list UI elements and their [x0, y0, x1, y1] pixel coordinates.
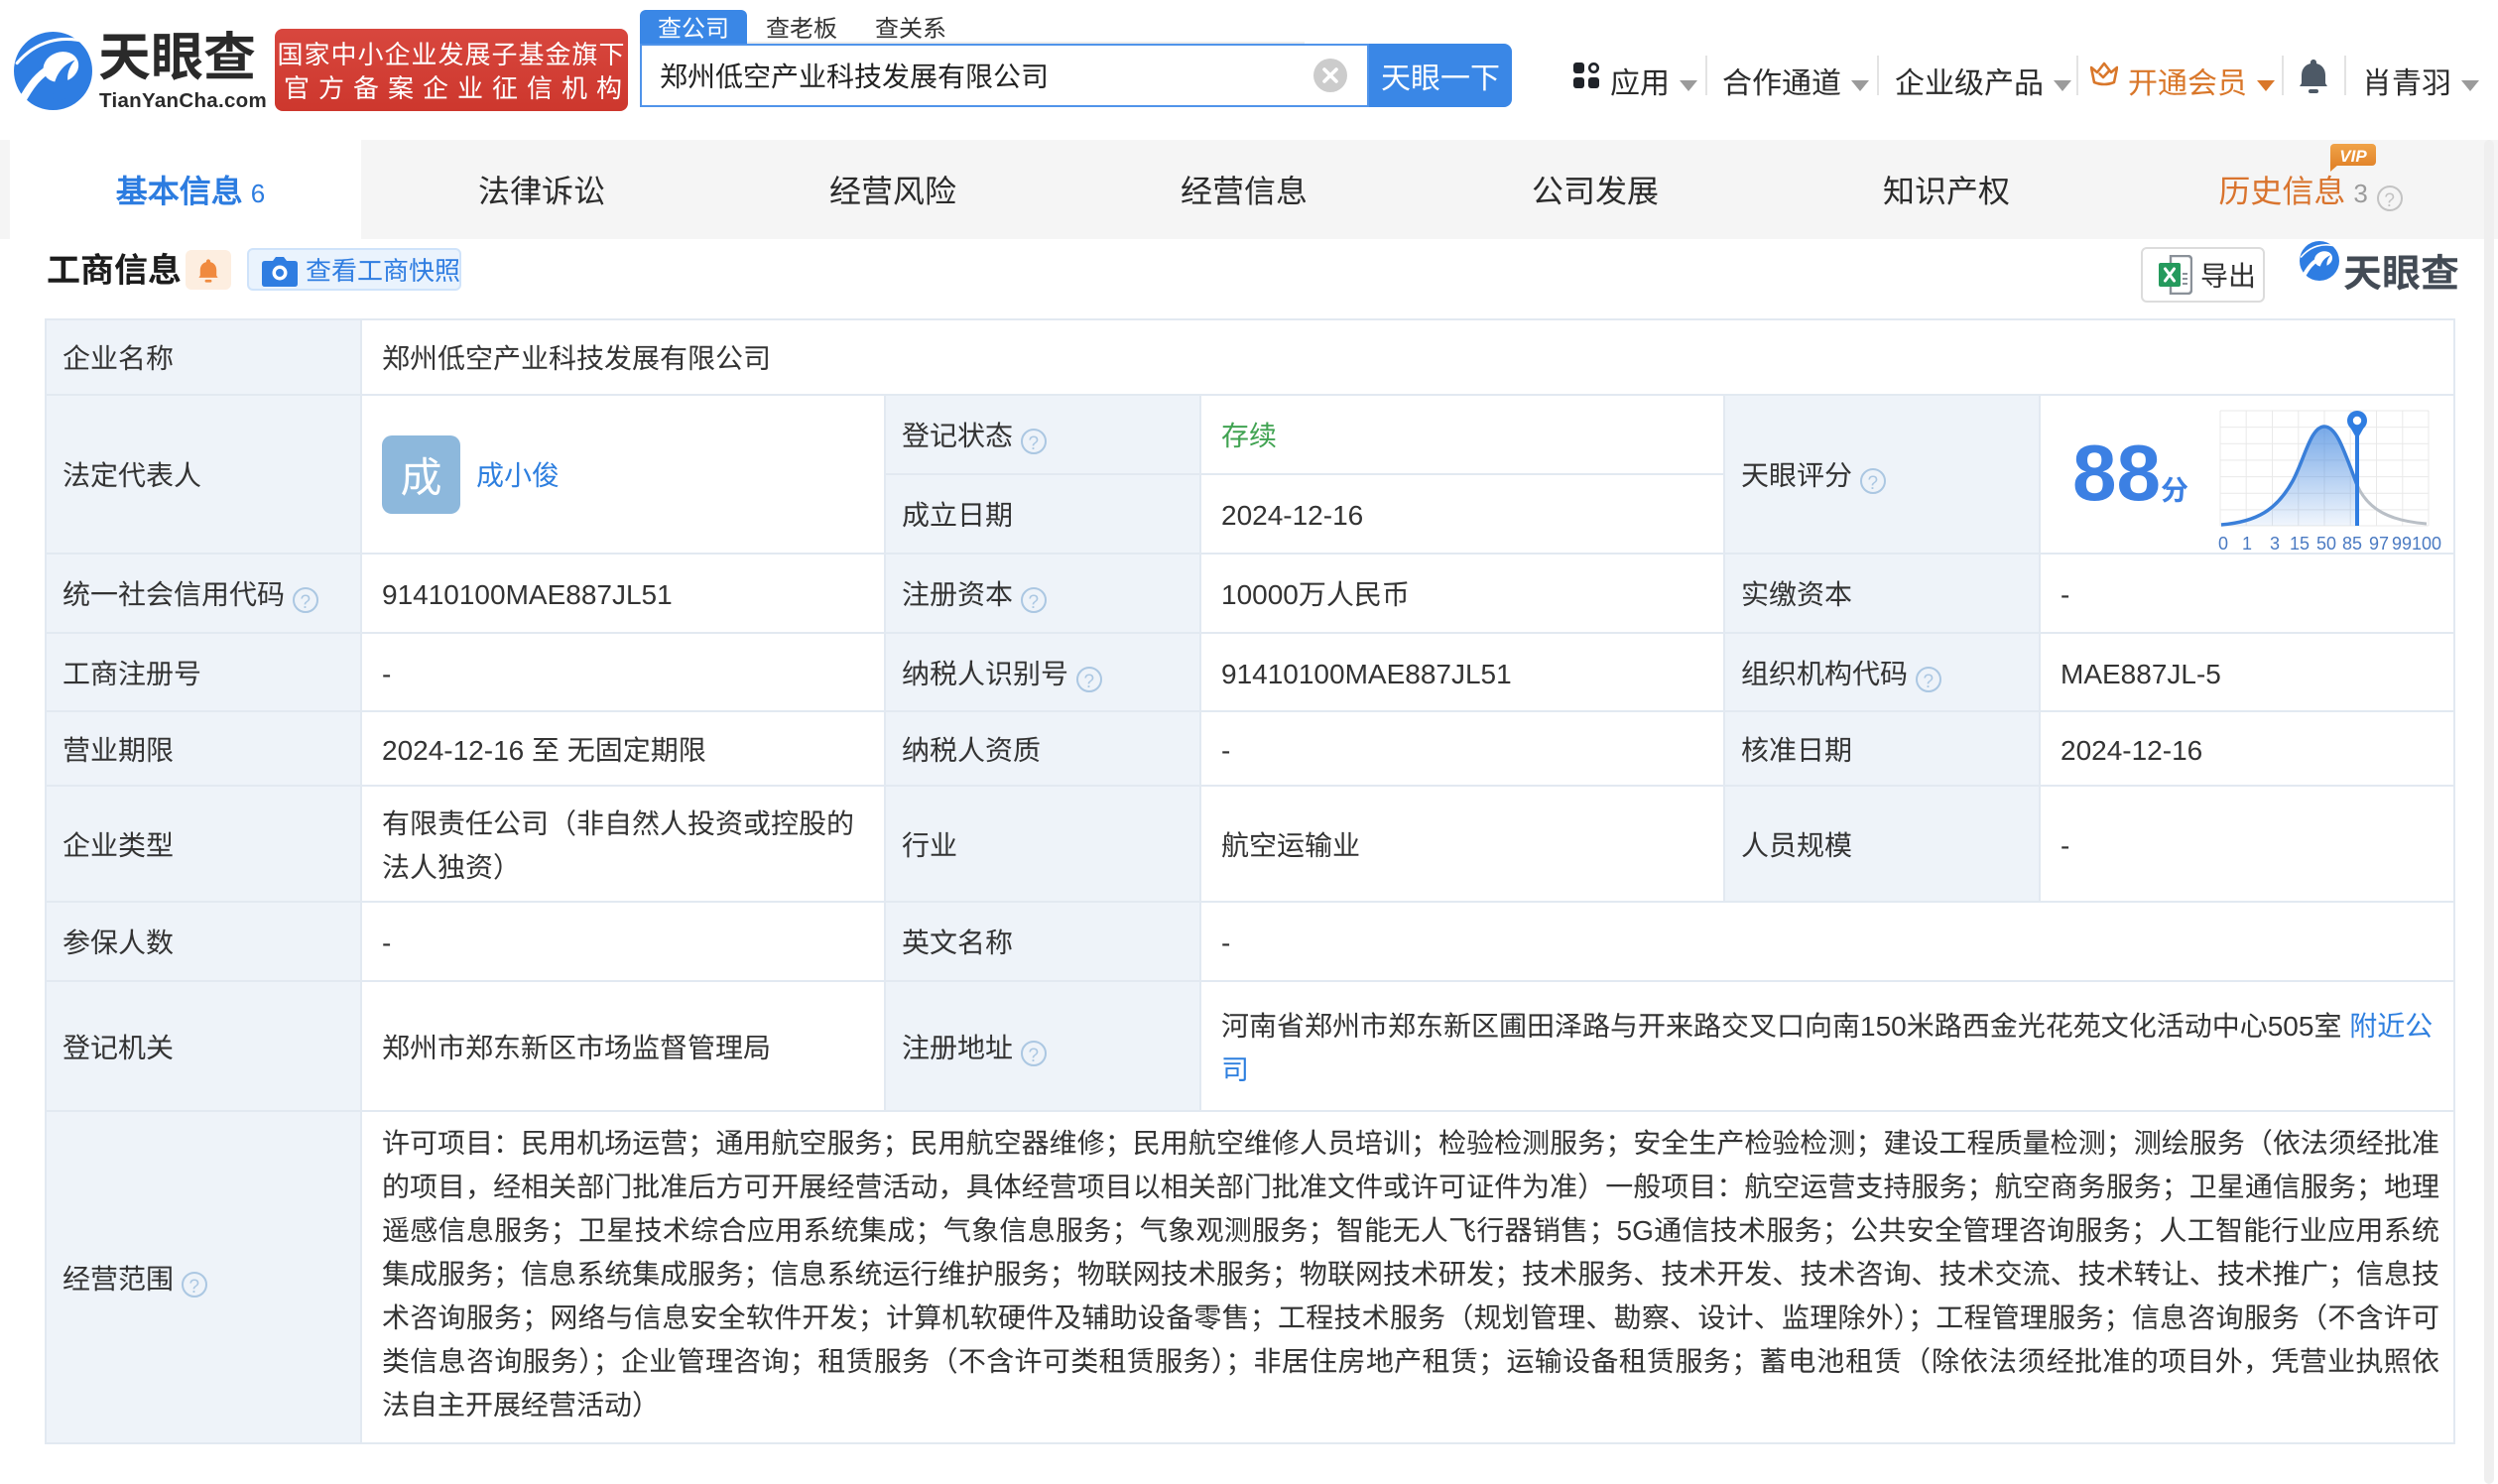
- svg-text:85: 85: [2342, 534, 2362, 554]
- svg-text:50: 50: [2316, 534, 2336, 554]
- svg-text:3: 3: [2270, 534, 2280, 554]
- svg-text:97: 97: [2369, 534, 2389, 554]
- svg-text:100: 100: [2412, 534, 2441, 554]
- svg-text:1: 1: [2242, 534, 2252, 554]
- svg-text:15: 15: [2290, 534, 2310, 554]
- svg-text:0: 0: [2218, 534, 2228, 554]
- svg-text:99: 99: [2392, 534, 2412, 554]
